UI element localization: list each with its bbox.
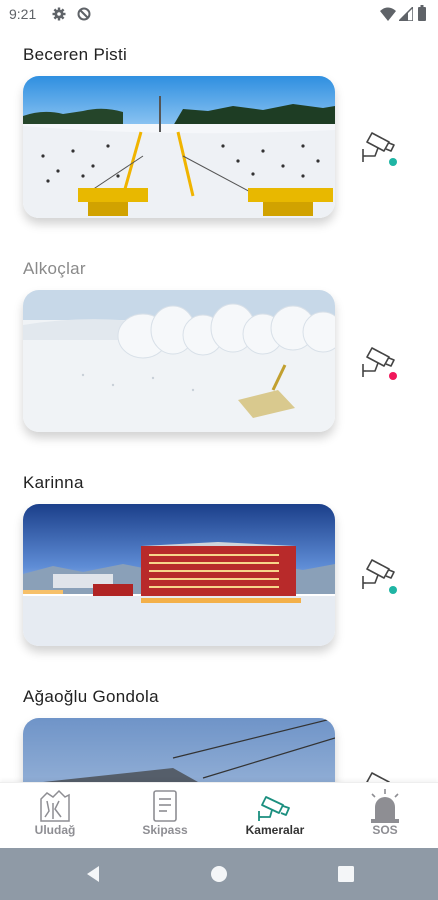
- camera-title: Karinna: [23, 473, 84, 492]
- camera-title: Alkoçlar: [23, 259, 86, 278]
- data-saver-icon: [77, 7, 91, 21]
- camera-thumbnail[interactable]: [23, 290, 335, 432]
- signal-icon: [399, 7, 413, 21]
- nav-label: SOS: [372, 823, 398, 837]
- nav-kameralar[interactable]: Kameralar: [220, 783, 330, 849]
- status-time: 9:21: [9, 6, 37, 22]
- nav-label: Skipass: [142, 823, 188, 837]
- gear-icon: [52, 7, 66, 21]
- skipass-icon: [153, 790, 177, 822]
- nav-label: Kameralar: [245, 823, 305, 837]
- camera-icon: [258, 796, 290, 821]
- status-indicator-offline: [389, 372, 397, 380]
- nav-skipass[interactable]: Skipass: [110, 783, 220, 849]
- status-bar: 9:21: [0, 0, 438, 30]
- back-icon[interactable]: [84, 864, 104, 884]
- status-indicator-online: [389, 586, 397, 594]
- recents-icon[interactable]: [336, 864, 356, 884]
- nav-uludag[interactable]: Uludağ: [0, 783, 110, 849]
- wifi-icon: [380, 7, 396, 21]
- battery-icon: [418, 5, 426, 21]
- nav-label: Uludağ: [34, 823, 76, 837]
- siren-icon: [371, 789, 399, 823]
- home-icon[interactable]: [209, 864, 229, 884]
- camera-title: Ağaoğlu Gondola: [23, 687, 159, 706]
- bottom-navigation: Uludağ Skipass Kameralar SOS: [0, 782, 438, 849]
- uludag-icon: [40, 789, 70, 822]
- camera-title: Beceren Pisti: [23, 45, 128, 64]
- camera-thumbnail[interactable]: [23, 504, 335, 646]
- nav-sos[interactable]: SOS: [330, 783, 438, 849]
- camera-thumbnail[interactable]: [23, 76, 335, 218]
- status-indicator-online: [389, 158, 397, 166]
- system-navigation-bar: [0, 848, 438, 900]
